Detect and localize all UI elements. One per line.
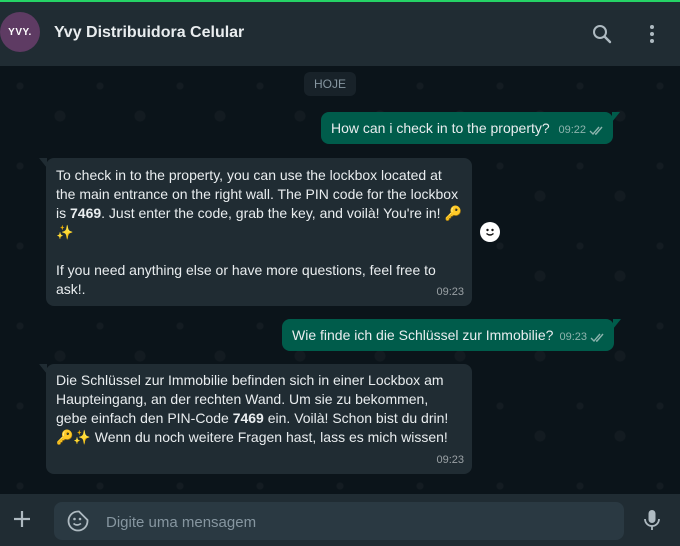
message-outgoing[interactable]: How can i check in to the property? 09:2… — [321, 112, 620, 144]
composer-bar — [0, 494, 680, 546]
message-time: 09:23 — [436, 286, 464, 298]
message-time: 09:23 — [436, 454, 464, 466]
message-time: 09:23 — [559, 331, 587, 343]
avatar[interactable]: YVY. — [0, 12, 40, 52]
date-separator: HOJE — [304, 72, 356, 96]
message-input-box[interactable] — [54, 502, 624, 542]
message-text: How can i check in to the property? — [331, 120, 550, 136]
chat-area[interactable]: HOJE How can i check in to the property?… — [0, 66, 680, 494]
menu-dots-icon[interactable] — [640, 22, 664, 46]
message-outgoing[interactable]: Wie finde ich die Schlüssel zur Immobili… — [282, 319, 621, 351]
message-incoming[interactable]: To check in to the property, you can use… — [39, 158, 472, 306]
message-time: 09:22 — [558, 124, 586, 136]
mic-icon[interactable] — [640, 508, 664, 532]
pin-code: 7469 — [70, 205, 102, 221]
chat-header: YVY. Yvy Distribuidora Celular — [0, 2, 680, 66]
message-text: Wie finde ich die Schlüssel zur Immobili… — [292, 327, 554, 343]
message-input[interactable] — [104, 502, 608, 542]
double-check-icon — [589, 126, 603, 136]
message-meta: 09:23 — [559, 328, 606, 347]
message-paragraph: Die Schlüssel zur Immobilie befinden sic… — [56, 372, 449, 445]
sticker-icon[interactable] — [66, 509, 90, 533]
double-check-icon — [590, 333, 604, 343]
message-meta: 09:23 — [436, 451, 464, 470]
search-icon[interactable] — [590, 22, 614, 46]
pin-code: 7469 — [232, 410, 264, 426]
message-meta: 09:22 — [558, 121, 605, 140]
message-meta: 09:23 — [436, 283, 464, 302]
reaction-emoji-icon[interactable] — [480, 222, 500, 242]
plus-icon[interactable] — [10, 507, 34, 531]
chat-title[interactable]: Yvy Distribuidora Celular — [54, 24, 244, 42]
message-paragraph: To check in to the property, you can use… — [56, 167, 462, 240]
avatar-text: YVY. — [8, 26, 32, 38]
message-paragraph: If you need anything else or have more q… — [56, 262, 436, 297]
message-incoming[interactable]: Die Schlüssel zur Immobilie befinden sic… — [39, 364, 472, 474]
